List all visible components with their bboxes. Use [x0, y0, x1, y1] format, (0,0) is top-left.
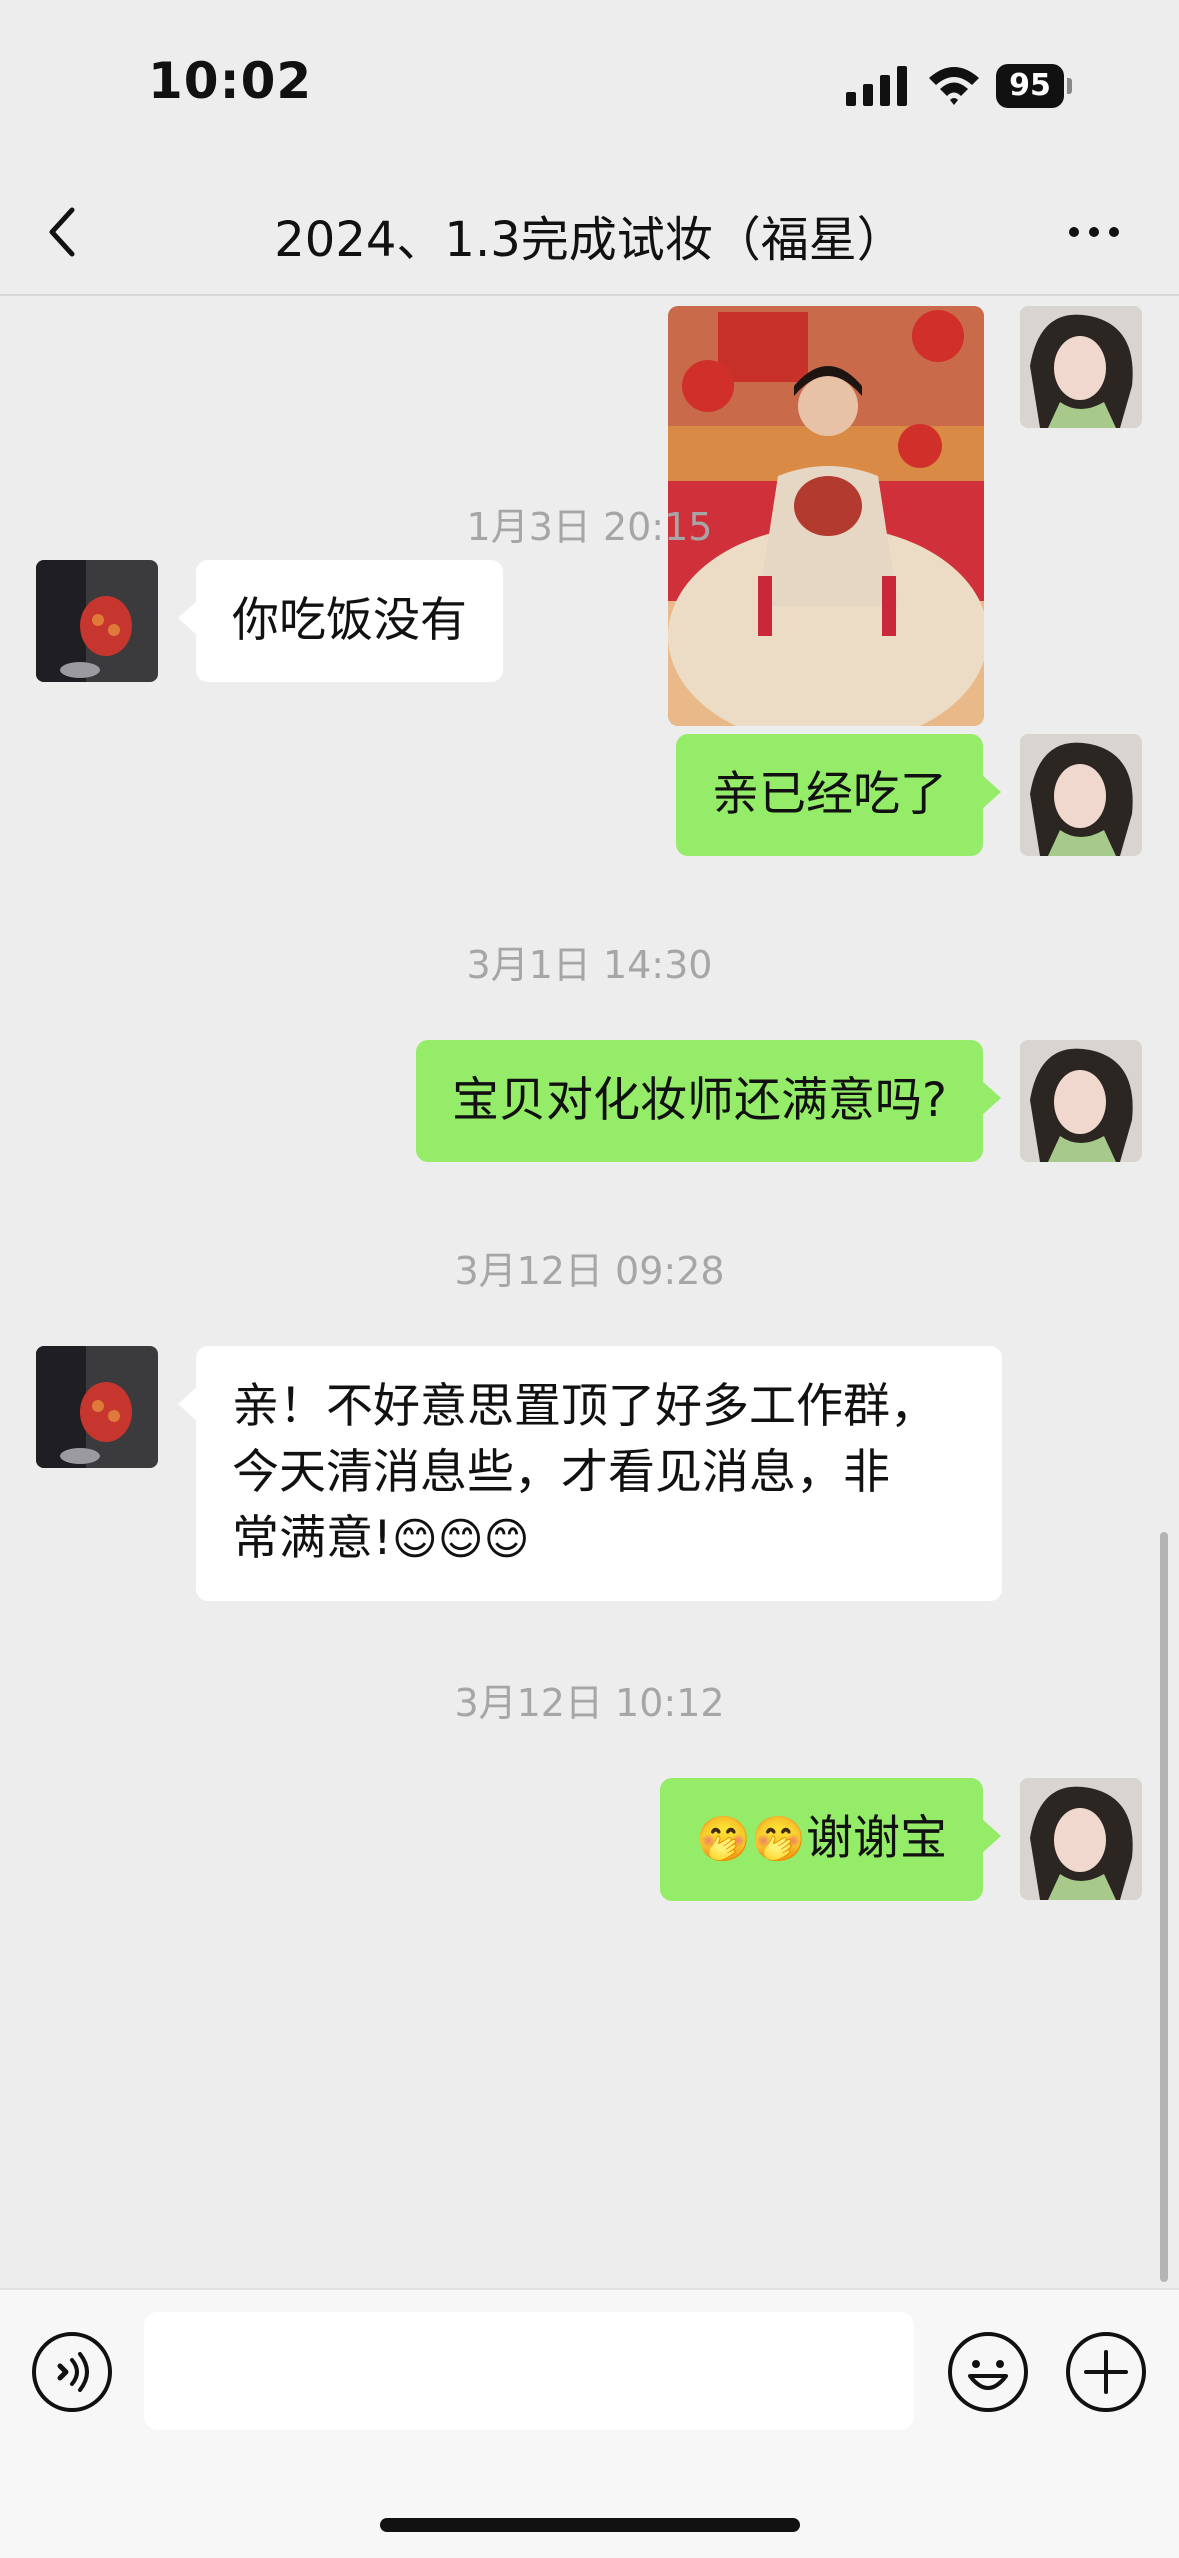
message-bubble-self[interactable]: 宝贝对化妆师还满意吗? [416, 1040, 1001, 1162]
chat-title: 2024、1.3完成试妆（福星） [274, 212, 905, 268]
avatar-self[interactable] [1020, 734, 1142, 856]
message-text-line: 常满意! [232, 1511, 392, 1566]
home-indicator[interactable] [380, 2518, 800, 2532]
timestamp: 3月1日 14:30 [466, 943, 713, 987]
avatar-contact[interactable] [36, 560, 158, 682]
chat-area[interactable]: 1月3日 20:15 你吃饭没有 亲已经吃了 3月1日 14:30 宝贝对化妆师… [0, 296, 1179, 2286]
emoji-icon[interactable] [946, 2330, 1030, 2414]
message-text: 谢谢宝 [806, 1811, 947, 1866]
message-text-line: 亲！不好意思置顶了好多工作群， [232, 1379, 937, 1434]
avatar-self[interactable] [1020, 1040, 1142, 1162]
battery-icon: 95 [996, 64, 1072, 108]
status-time: 10:02 [148, 52, 313, 110]
scrollbar[interactable] [1160, 1532, 1168, 2282]
nav-bar: 2024、1.3完成试妆（福星） [0, 170, 1179, 296]
wifi-icon [929, 67, 979, 105]
smile-emoji: 😊😊😊 [391, 1514, 530, 1565]
message-text-line: 今天清消息些，才看见消息，非 [232, 1445, 890, 1500]
input-bar [0, 2288, 1179, 2558]
timestamp: 3月12日 09:28 [454, 1249, 725, 1293]
giggle-emoji: 🤭🤭 [696, 1814, 806, 1865]
avatar-self[interactable] [1020, 306, 1142, 428]
message-text: 你吃饭没有 [232, 593, 467, 648]
status-bar: 10:02 95 [0, 0, 1179, 170]
chevron-left-icon[interactable] [40, 200, 90, 264]
message-bubble-contact[interactable]: 你吃饭没有 [178, 560, 503, 682]
message-bubble-contact[interactable]: 亲！不好意思置顶了好多工作群， 今天清消息些，才看见消息，非 常满意!😊😊😊 [178, 1346, 1002, 1601]
avatar-self[interactable] [1020, 1778, 1142, 1900]
timestamp: 3月12日 10:12 [454, 1681, 725, 1725]
plus-icon[interactable] [1064, 2330, 1148, 2414]
message-text: 亲已经吃了 [712, 767, 947, 822]
avatar-contact[interactable] [36, 1346, 158, 1468]
message-input[interactable] [144, 2312, 914, 2430]
message-bubble-self[interactable]: 🤭🤭谢谢宝 [660, 1778, 1001, 1901]
timestamp: 1月3日 20:15 [466, 505, 713, 549]
message-text: 宝贝对化妆师还满意吗? [452, 1073, 947, 1128]
message-bubble-self[interactable]: 亲已经吃了 [676, 734, 1001, 856]
voice-icon[interactable] [30, 2330, 114, 2414]
battery-level: 95 [996, 64, 1064, 108]
more-icon[interactable] [1062, 200, 1126, 264]
cellular-signal-icon [846, 66, 907, 106]
